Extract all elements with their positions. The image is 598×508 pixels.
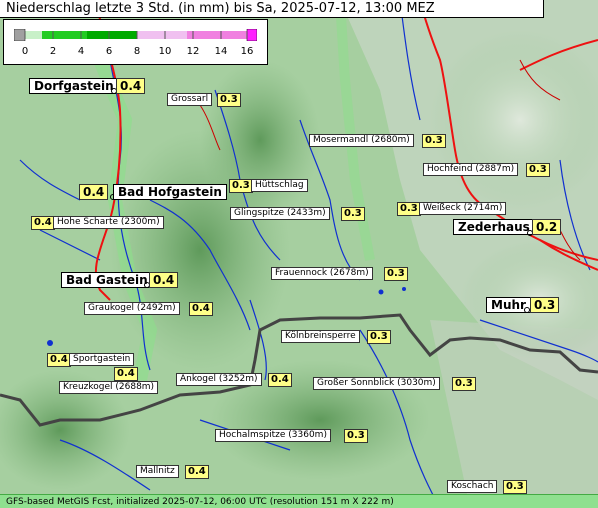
legend-tick: 0	[21, 46, 29, 57]
legend-tick: 16	[240, 46, 254, 57]
place-label-koschach: Koschach	[447, 480, 498, 493]
legend-tick: 6	[105, 46, 113, 57]
place-label-graukogel: Graukogel (2492m)	[84, 302, 180, 315]
legend-color-bar	[14, 29, 257, 41]
place-label-huettschlag: Hüttschlag	[251, 179, 308, 192]
legend-tick: 10	[158, 46, 172, 57]
place-label-hohe-scharte: Hohe Scharte (2300m)	[53, 216, 164, 229]
place-value-kreuzkogel: 0.4	[114, 367, 138, 381]
place-label-hochalmspitze: Hochalmspitze (3360m)	[215, 429, 331, 442]
town-label-bad-hofgastein: Bad Hofgastein	[113, 184, 227, 200]
town-value-zederhaus: 0.2	[532, 219, 562, 235]
town-value-bad-hofgastein: 0.4	[79, 184, 109, 200]
place-label-mallnitz: Mallnitz	[136, 465, 179, 478]
place-value-grosser-sonnblick: 0.3	[452, 377, 476, 391]
legend-tick: 8	[133, 46, 141, 57]
town-value-muhr: 0.3	[530, 297, 560, 313]
place-label-mosermandl: Mosermandl (2680m)	[309, 134, 414, 147]
place-value-sportgastein: 0.4	[47, 353, 71, 367]
place-value-mallnitz: 0.4	[185, 465, 209, 479]
place-value-koelnbreinsperre: 0.3	[367, 330, 391, 344]
place-value-ankogel: 0.4	[268, 373, 292, 387]
legend-tick: 4	[77, 46, 85, 57]
place-value-frauennock: 0.3	[384, 267, 408, 281]
place-value-graukogel: 0.4	[189, 302, 213, 316]
place-label-weisseck: Weißeck (2714m)	[419, 202, 507, 215]
precipitation-map: Niederschlag letzte 3 Std. (in mm) bis S…	[0, 0, 598, 508]
place-label-kreuzkogel: Kreuzkogel (2688m)	[59, 381, 159, 394]
place-value-mosermandl: 0.3	[422, 134, 446, 148]
town-label-zederhaus: Zederhaus	[453, 219, 535, 235]
place-label-glingspitze: Glingspitze (2433m)	[230, 207, 330, 220]
precipitation-legend: 0 2 4 6 8 10 12 14 16	[3, 19, 268, 65]
place-label-sportgastein: Sportgastein	[69, 353, 135, 366]
place-label-ankogel: Ankogel (3252m)	[176, 373, 262, 386]
place-value-huettschlag: 0.3	[229, 179, 253, 193]
legend-tick: 12	[186, 46, 200, 57]
map-title: Niederschlag letzte 3 Std. (in mm) bis S…	[0, 0, 544, 18]
place-label-grosser-sonnblick: Großer Sonnblick (3030m)	[313, 377, 440, 390]
forecast-footer: GFS-based MetGIS Fcst, initialized 2025-…	[0, 494, 598, 508]
place-value-glingspitze: 0.3	[341, 207, 365, 221]
legend-tick: 2	[49, 46, 57, 57]
place-label-grossarl: Grossarl	[167, 93, 213, 106]
town-label-bad-gastein: Bad Gastein	[61, 272, 153, 288]
place-value-hohe-scharte: 0.4	[31, 216, 55, 230]
place-value-grossarl: 0.3	[217, 93, 241, 107]
town-value-bad-gastein: 0.4	[149, 272, 179, 288]
place-value-weisseck: 0.3	[397, 202, 421, 216]
town-label-dorfgastein: Dorfgastein	[29, 78, 119, 94]
place-value-koschach: 0.3	[503, 480, 527, 494]
place-label-frauennock: Frauennock (2678m)	[271, 267, 373, 280]
place-label-hochfeind: Hochfeind (2887m)	[423, 163, 519, 176]
legend-tick: 14	[214, 46, 228, 57]
place-value-hochalmspitze: 0.3	[344, 429, 368, 443]
place-value-hochfeind: 0.3	[526, 163, 550, 177]
place-label-koelnbreinsperre: Kölnbreinsperre	[281, 330, 360, 343]
town-value-dorfgastein: 0.4	[116, 78, 146, 94]
